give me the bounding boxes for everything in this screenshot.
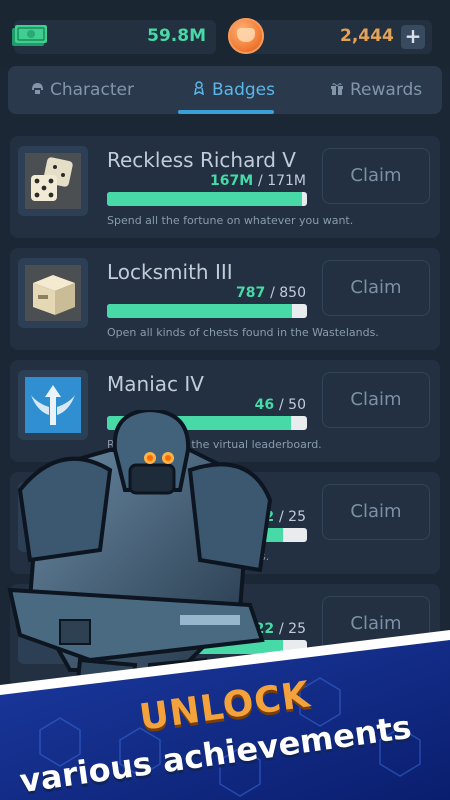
badge-progress-text: 167M / 171M [209, 173, 306, 189]
claim-button[interactable]: Claim [322, 484, 430, 540]
badge-title: Reckless Richard V [107, 148, 296, 172]
tab-character[interactable]: Character [30, 66, 134, 114]
tab-badges[interactable]: Badges [192, 66, 275, 114]
progress-total: 850 [279, 285, 306, 301]
badge-description: Spend all the fortune on whatever you wa… [107, 214, 354, 227]
tab-bar: Character Badges Rewards [8, 66, 442, 114]
badge-card: Locksmith III 787 / 850 Open all kinds o… [10, 248, 440, 350]
coin-icon [228, 18, 264, 54]
progress-total: 171M [267, 173, 306, 189]
crate-icon [25, 265, 81, 321]
badge-icon-frame [18, 146, 88, 216]
progress-bar-fill [107, 304, 293, 318]
claim-button[interactable]: Claim [322, 148, 430, 204]
badge-card: Reckless Richard V 167M / 171M Spend all… [10, 136, 440, 238]
gift-icon [330, 68, 344, 116]
progress-current: 167M [209, 173, 254, 189]
badge-icon [192, 68, 206, 116]
badge-progress-text: 787 / 850 [235, 285, 306, 301]
badge-description: Open all kinds of chests found in the Wa… [107, 326, 379, 339]
claim-button[interactable]: Claim [322, 260, 430, 316]
progress-bar-fill [107, 192, 303, 206]
add-coins-button[interactable]: + [401, 25, 425, 49]
tab-character-label: Character [50, 80, 134, 100]
badge-icon-frame [18, 258, 88, 328]
badge-title: Locksmith III [107, 260, 233, 284]
coin-value: 2,444 [340, 26, 394, 46]
dice-icon [25, 153, 81, 209]
tab-rewards-label: Rewards [350, 80, 423, 100]
tab-badges-label: Badges [212, 80, 275, 100]
progress-current: 787 [235, 285, 266, 301]
cash-bills-icon [12, 25, 47, 46]
progress-bar [107, 304, 307, 318]
active-tab-indicator [178, 110, 274, 114]
helmet-icon [30, 68, 44, 116]
claim-button[interactable]: Claim [322, 372, 430, 428]
progress-bar [107, 192, 307, 206]
badge-title: Maniac IV [107, 372, 204, 396]
tab-rewards[interactable]: Rewards [330, 66, 422, 114]
cash-value: 59.8M [147, 26, 206, 46]
